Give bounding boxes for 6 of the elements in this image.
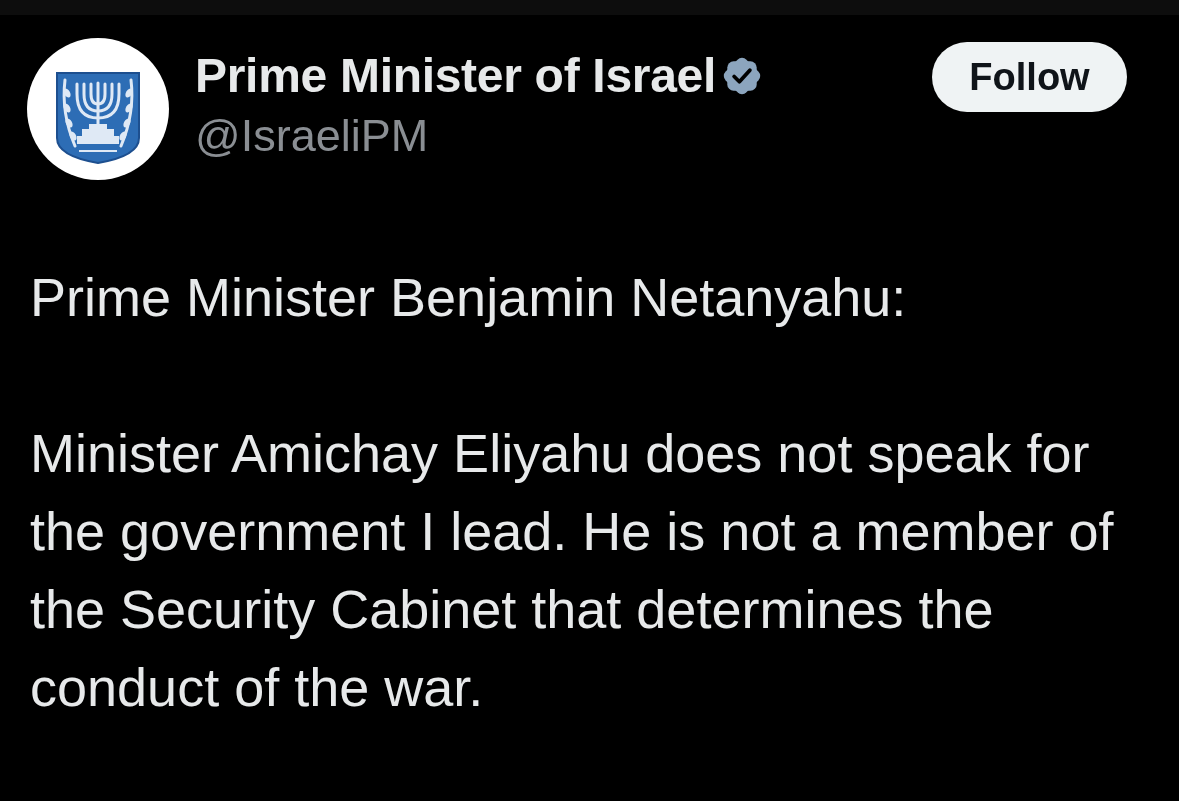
follow-button[interactable]: Follow xyxy=(932,42,1127,112)
account-handle[interactable]: @IsraeliPM xyxy=(195,110,429,162)
post-text: Minister Amichay Eliyahu does not speak for the government I lead. He is not a member of the Security Cabinet that determines the conduct of the war. xyxy=(30,422,1115,719)
account-name[interactable]: Prime Minister of Israel xyxy=(195,50,716,102)
menorah-emblem-avatar[interactable] xyxy=(27,38,169,180)
post-text: Prime Minister Benjamin Netanyahu: xyxy=(30,266,908,329)
